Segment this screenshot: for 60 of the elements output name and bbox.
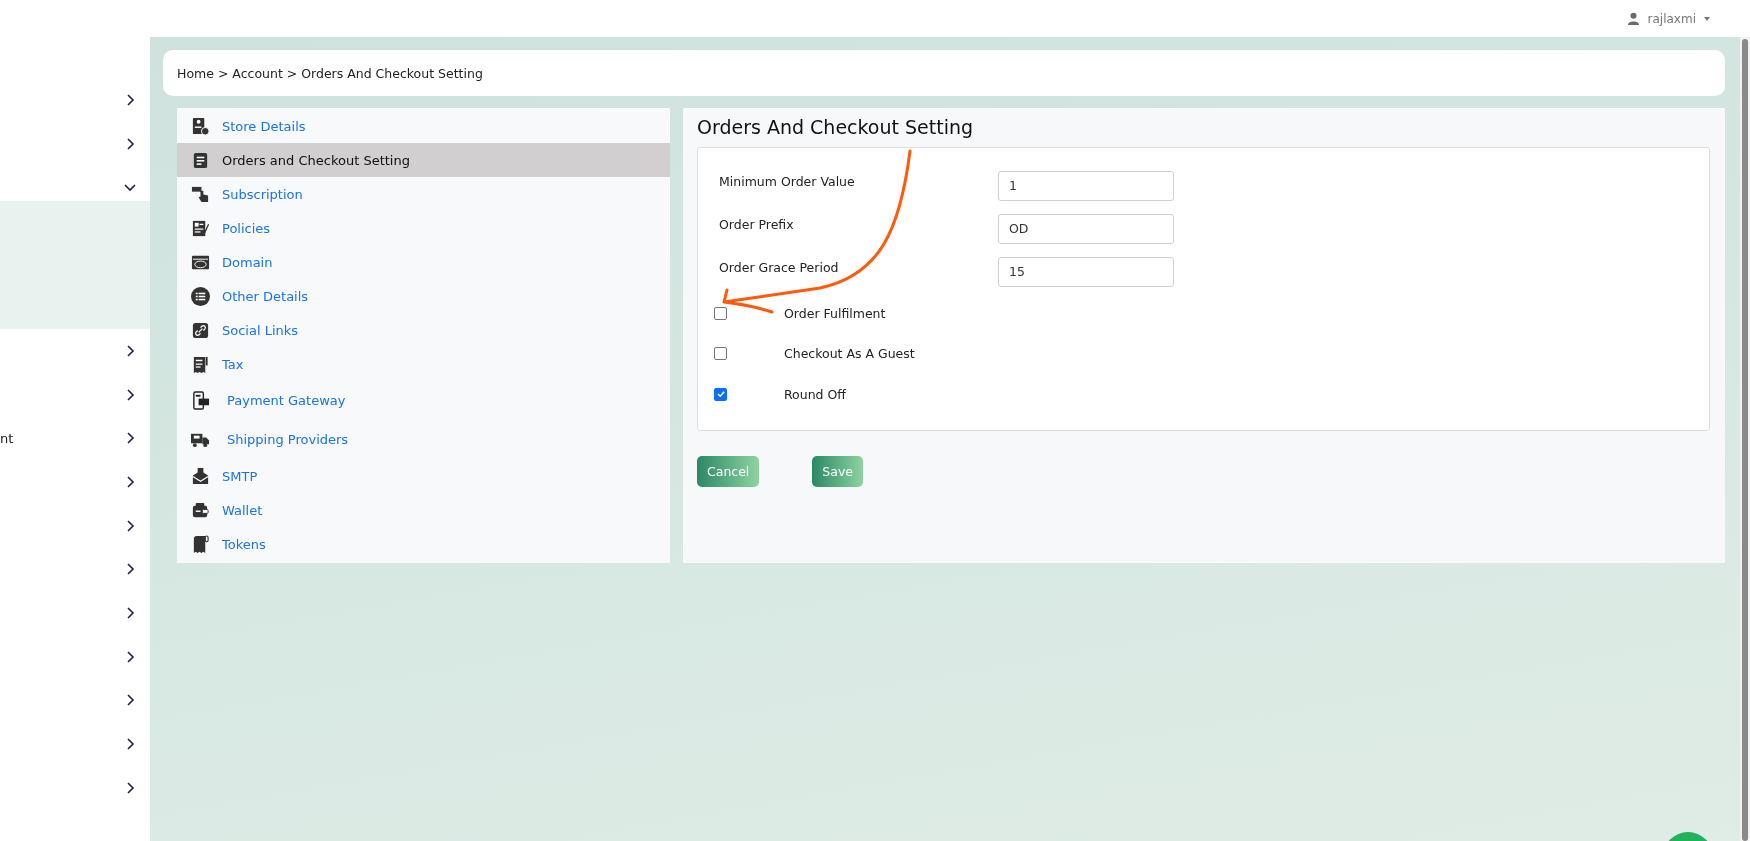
chevron-down-icon (124, 181, 136, 194)
settings-menu-item[interactable]: Tax (177, 347, 670, 381)
field-label: Minimum Order Value (718, 174, 856, 189)
sidebar-item-label: nt (0, 430, 14, 446)
list-icon (191, 286, 210, 306)
chevron-right-icon (124, 475, 136, 488)
settings-menu-item[interactable]: Store Details (177, 109, 670, 143)
chevron-right-icon (124, 738, 136, 751)
tax-icon (191, 354, 210, 374)
sidebar-item[interactable]: nt (0, 416, 150, 461)
settings-menu-item[interactable]: Payment Gateway (177, 381, 670, 420)
chevron-right-icon (124, 432, 136, 445)
scrollbar[interactable] (1740, 37, 1750, 841)
chevron-right-icon (124, 650, 136, 663)
checkbox[interactable] (714, 306, 727, 320)
user-icon (1626, 12, 1640, 25)
checkbox[interactable] (714, 347, 727, 361)
chevron-right-icon (124, 137, 136, 150)
action-button[interactable]: Save (812, 456, 864, 487)
settings-menu-item[interactable]: Subscription (177, 177, 670, 211)
settings-menu-item[interactable]: Orders and Checkout Setting (177, 143, 670, 177)
input-field[interactable]: 15 (998, 256, 1174, 287)
settings-menu-item[interactable]: Policies (177, 211, 670, 245)
page-title: Orders And Checkout Setting (697, 116, 975, 138)
field-label: Order Prefix (718, 217, 795, 232)
chevron-right-icon (124, 694, 136, 707)
input-field[interactable]: 1 (998, 170, 1174, 201)
mail-icon (191, 466, 210, 486)
settings-menu-item[interactable]: Shipping Providers (177, 420, 670, 459)
user-menu[interactable]: rajlaxmi (1626, 11, 1710, 26)
chevron-right-icon (124, 344, 136, 357)
checkbox-label: Order Fulfilment (784, 305, 886, 321)
field-label: Order Grace Period (718, 260, 840, 275)
wallet-icon (191, 500, 210, 520)
policies-icon (191, 218, 210, 238)
settings-menu-item[interactable]: Social Links (177, 313, 670, 347)
chevron-right-icon (124, 93, 136, 106)
action-button[interactable]: Cancel (697, 456, 760, 487)
chevron-right-icon (124, 519, 136, 532)
orders-icon (191, 150, 210, 170)
input-field[interactable]: OD (998, 213, 1174, 244)
checkbox-label: Round Off (784, 386, 846, 402)
caret-icon (1704, 16, 1710, 21)
chevron-right-icon (124, 607, 136, 620)
chevron-right-icon (124, 388, 136, 401)
settings-menu-item[interactable]: Tokens (177, 527, 670, 561)
settings-menu-item[interactable]: Other Details (177, 279, 670, 313)
subscription-icon (191, 184, 210, 204)
chevron-right-icon (124, 781, 136, 794)
checkbox-label: Checkout As A Guest (784, 346, 915, 362)
payment-icon (191, 391, 210, 410)
settings-menu-item[interactable]: Domain (177, 245, 670, 279)
token-icon (191, 534, 210, 554)
settings-menu-item[interactable]: SMTP (177, 459, 670, 493)
link-icon (191, 320, 210, 340)
breadcrumb: Home > Account > Orders And Checkout Setting (177, 65, 483, 81)
settings-menu-item[interactable]: Wallet (177, 493, 670, 527)
store-icon (191, 116, 210, 136)
checkbox[interactable] (714, 387, 727, 401)
chevron-right-icon (124, 563, 136, 576)
